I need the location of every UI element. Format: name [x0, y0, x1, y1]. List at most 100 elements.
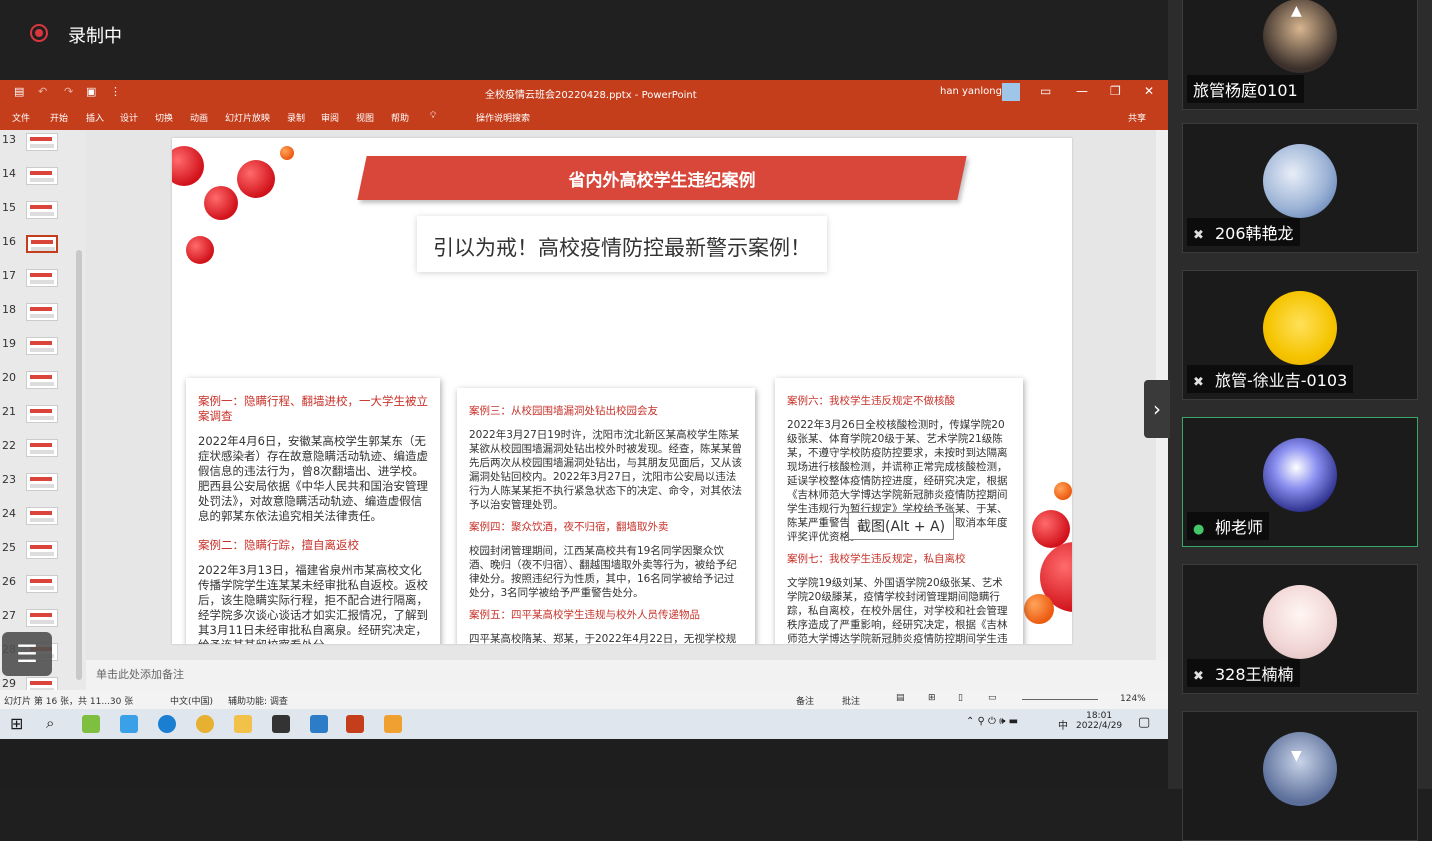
avatar	[1263, 291, 1337, 365]
chevron-up-icon[interactable]: ▲	[1291, 3, 1302, 19]
slide-thumbnail[interactable]	[26, 575, 58, 593]
slide-thumbnail[interactable]	[26, 609, 58, 627]
tab-transitions[interactable]: 切换	[155, 111, 173, 124]
slide-thumbnail[interactable]	[26, 507, 58, 525]
zoom-slider[interactable]	[1022, 699, 1098, 700]
ribbon-display-icon[interactable]: ▭	[1040, 84, 1051, 98]
slide-thumbnail[interactable]	[26, 439, 58, 457]
slide-thumbnail[interactable]	[26, 201, 58, 219]
slide-thumbnail[interactable]	[26, 337, 58, 355]
case-title: 案例六：我校学生违反规定不做核酸	[787, 395, 955, 407]
user-name[interactable]: han yanlong	[940, 86, 1002, 97]
slide-thumbnail[interactable]	[26, 405, 58, 423]
slide-thumbnail[interactable]	[26, 167, 58, 185]
slide-sorter-icon[interactable]: ⊞	[928, 693, 936, 703]
slide-thumbnail[interactable]	[26, 235, 58, 253]
participant-tile[interactable]: ✖ 328王楠楠	[1182, 564, 1418, 694]
slide-thumbnail[interactable]	[26, 133, 58, 151]
tab-review[interactable]: 审阅	[321, 111, 339, 124]
collapse-panel-button[interactable]: ›	[1144, 380, 1170, 438]
participant-tile[interactable]: ✖ 206韩艳龙	[1182, 123, 1418, 253]
accessibility-status[interactable]: 辅助功能: 调查	[228, 694, 288, 707]
app-icon[interactable]	[120, 715, 138, 733]
slide-thumbnail[interactable]	[26, 303, 58, 321]
file-explorer-icon[interactable]	[234, 715, 252, 733]
undo-icon[interactable]: ↶	[38, 85, 47, 98]
case-card-left: 案例一：隐瞒行程、翻墙进校，一大学生被立案调查 2022年4月6日，安徽某高校学…	[186, 378, 440, 644]
language-indicator[interactable]: 中文(中国)	[170, 694, 213, 707]
chevron-down-icon[interactable]: ▼	[1291, 748, 1302, 764]
tab-home[interactable]: 开始	[50, 111, 68, 124]
edge-icon[interactable]	[158, 715, 176, 733]
wechat-icon[interactable]	[384, 715, 402, 733]
thumbnail-scrollbar[interactable]	[76, 250, 82, 680]
case-card-right: 案例六：我校学生违反规定不做核酸 2022年3月26日全校核酸检测时，传媒学院2…	[775, 378, 1023, 644]
slideshow-icon[interactable]: ▭	[988, 693, 997, 703]
customize-qat-icon[interactable]: ⋮	[110, 85, 121, 98]
participant-tile[interactable]: ▲ 旅管杨庭0101	[1182, 0, 1418, 110]
save-icon[interactable]: ▤	[14, 85, 24, 98]
comments-button[interactable]: 批注	[842, 694, 860, 707]
normal-view-icon[interactable]: ▤	[896, 693, 905, 703]
participant-tile-active[interactable]: ● 柳老师	[1182, 417, 1418, 547]
tab-file[interactable]: 文件	[12, 111, 30, 124]
case-title: 案例七：我校学生违反规定，私自离校	[787, 553, 966, 565]
floating-menu-button[interactable]: ☰	[2, 632, 52, 676]
notification-icon[interactable]: ▢	[1138, 715, 1150, 730]
slide-thumbnail[interactable]	[26, 473, 58, 491]
screenshot-tooltip: 截图(Alt + A)	[848, 512, 955, 540]
tab-record[interactable]: 录制	[287, 111, 305, 124]
mic-muted-icon: ✖	[1193, 669, 1204, 684]
notes-pane[interactable]: 单击此处添加备注	[86, 660, 1168, 690]
thumbnail-number: 27	[2, 609, 16, 622]
case-body: 校园封闭管理期间，江西某高校共有19名同学因聚众饮酒、晚归（夜不归宿）、翻越围墙…	[469, 545, 737, 599]
chrome-icon[interactable]	[196, 715, 214, 733]
avatar	[1263, 438, 1337, 512]
app-icon[interactable]	[272, 715, 290, 733]
notes-placeholder[interactable]: 单击此处添加备注	[96, 666, 184, 682]
tell-me-search[interactable]: 操作说明搜索	[476, 111, 530, 124]
reading-view-icon[interactable]: ▯	[958, 693, 963, 703]
recording-bar: 录制中	[0, 0, 1168, 80]
slide-thumbnail[interactable]	[26, 541, 58, 559]
participant-tile[interactable]: ✖ 旅管-徐业吉-0103	[1182, 270, 1418, 400]
app-icon[interactable]	[82, 715, 100, 733]
participant-tile[interactable]: ▼	[1182, 711, 1418, 841]
notes-button[interactable]: 备注	[796, 694, 814, 707]
slide-thumbnail[interactable]	[26, 269, 58, 287]
tab-animations[interactable]: 动画	[190, 111, 208, 124]
tab-slideshow[interactable]: 幻灯片放映	[225, 111, 270, 124]
start-icon[interactable]: ⊞	[10, 714, 23, 733]
present-icon[interactable]: ▣	[86, 85, 96, 98]
close-icon[interactable]: ✕	[1144, 84, 1154, 98]
tab-help[interactable]: 帮助	[391, 111, 409, 124]
thumbnail-number: 18	[2, 303, 16, 316]
tab-insert[interactable]: 插入	[86, 111, 104, 124]
share-button[interactable]: 共享	[1128, 111, 1146, 124]
clock[interactable]: 18:01 2022/4/29	[1076, 711, 1122, 731]
minimize-icon[interactable]: —	[1076, 84, 1088, 98]
participants-panel: ▲ 旅管杨庭0101 ✖ 206韩艳龙 ✖ 旅管-徐业吉-0103 ● 柳老师 ✖ 32…	[1168, 0, 1432, 841]
decor-ball	[1024, 594, 1054, 624]
restore-icon[interactable]: ❐	[1110, 84, 1121, 98]
participant-name: 旅管杨庭0101	[1187, 75, 1304, 103]
tray-icons[interactable]: ⌃ ⚲ ⏻ 🕪︎ ▬	[966, 716, 1018, 727]
search-icon[interactable]: ⌕	[46, 714, 54, 732]
document-title: 全校疫情云班会20220428.pptx - PowerPoint	[485, 90, 697, 101]
tab-design[interactable]: 设计	[120, 111, 138, 124]
record-icon[interactable]	[30, 24, 48, 42]
tab-view[interactable]: 视图	[356, 111, 374, 124]
thumbnail-number: 17	[2, 269, 16, 282]
participant-name: ● 柳老师	[1187, 512, 1270, 540]
slide-thumbnail[interactable]	[26, 371, 58, 389]
slide-canvas[interactable]: 省内外高校学生违纪案例 引以为戒！高校疫情防控最新警示案例！ 案例一：隐瞒行程、…	[172, 138, 1072, 644]
redo-icon[interactable]: ↷	[64, 85, 73, 98]
meeting-app-icon[interactable]	[310, 715, 328, 733]
participant-name: ✖ 旅管-徐业吉-0103	[1187, 365, 1354, 393]
slide-counter: 幻灯片 第 16 张，共 11...30 张	[4, 697, 134, 707]
zoom-level[interactable]: 124%	[1120, 694, 1146, 704]
ime-indicator[interactable]: 中	[1058, 717, 1068, 732]
user-avatar[interactable]	[1002, 83, 1020, 101]
mic-muted-icon: ✖	[1193, 375, 1204, 390]
powerpoint-icon[interactable]	[346, 715, 364, 733]
